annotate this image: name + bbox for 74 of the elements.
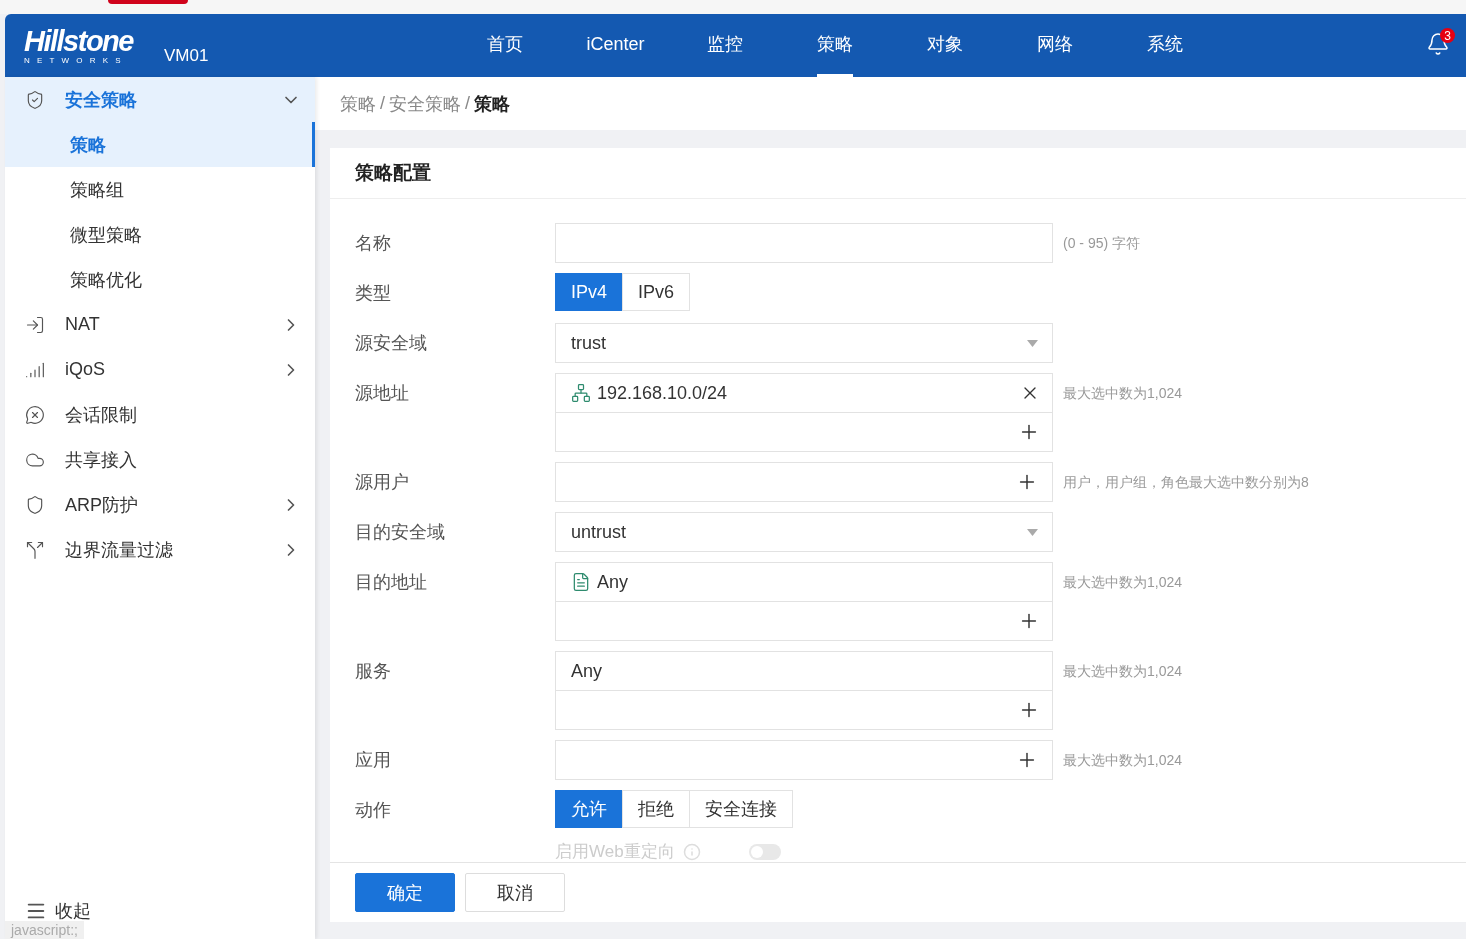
nav-tab[interactable]: 系统 <box>1147 14 1184 77</box>
field-label: 目的安全域 <box>355 521 446 544</box>
card-title: 策略配置 <box>330 148 1466 199</box>
shield-check-icon <box>25 89 45 110</box>
field-label: 目的地址 <box>355 571 428 594</box>
segment-button[interactable]: 安全连接 <box>689 790 793 828</box>
field-hint: 最大选中数为1,024 <box>1063 662 1183 681</box>
field-hint: (0 - 95) 字符 <box>1063 234 1140 253</box>
field-label: 类型 <box>355 282 392 305</box>
nav-tab[interactable]: 首页 <box>487 14 524 77</box>
nav-tab[interactable]: 网络 <box>1037 14 1074 77</box>
sidebar-subitem[interactable]: 策略组 <box>5 167 315 212</box>
notification-badge: 3 <box>1440 28 1455 43</box>
network-icon <box>571 383 591 403</box>
sidebar-item[interactable]: NAT <box>5 302 315 347</box>
segment-button[interactable]: IPv4 <box>555 273 624 311</box>
segment-button[interactable]: 拒绝 <box>622 790 690 828</box>
field-label: 服务 <box>355 660 392 683</box>
field-hint: 用户，用户组，角色最大选中数分别为8 <box>1063 473 1309 492</box>
device-name: VM01 <box>164 45 209 66</box>
field-hint: 最大选中数为1,024 <box>1063 751 1183 770</box>
field-hint: 最大选中数为1,024 <box>1063 384 1183 403</box>
sidebar-item[interactable]: 安全策略 <box>5 77 315 122</box>
nav-tab[interactable]: iCenter <box>586 14 645 77</box>
breadcrumb-item[interactable]: 策略 <box>340 91 376 116</box>
arrow-in-icon <box>25 314 45 335</box>
dropdown-caret-icon <box>1027 528 1038 536</box>
field-label: 应用 <box>355 749 392 772</box>
cancel-button[interactable]: 取消 <box>465 873 565 912</box>
bell-icon[interactable] <box>1426 32 1450 56</box>
sidebar-item[interactable]: 边界流量过滤 <box>5 527 315 572</box>
sidebar-subitem[interactable]: 策略优化 <box>5 257 315 302</box>
field-hint: 最大选中数为1,024 <box>1063 573 1183 592</box>
sidebar-item[interactable]: 会话限制 <box>5 392 315 437</box>
breadcrumb-separator: / <box>465 93 471 114</box>
select-field[interactable]: trust <box>555 323 1053 363</box>
multi-select-field[interactable] <box>555 740 1053 780</box>
segment-button[interactable]: IPv6 <box>622 273 691 311</box>
info-icon <box>682 842 701 861</box>
logo-tagline: NETWORKS <box>24 56 129 65</box>
sidebar-item[interactable]: 共享接入 <box>5 437 315 482</box>
segment-button[interactable]: 允许 <box>555 790 623 828</box>
sidebar-item[interactable]: iQoS <box>5 347 315 392</box>
field-label: 源安全域 <box>355 332 428 355</box>
nav-tab[interactable]: 对象 <box>927 14 964 77</box>
field-label: 名称 <box>355 232 392 255</box>
document-icon <box>571 572 591 592</box>
dropdown-caret-icon <box>1027 339 1038 347</box>
breadcrumb-item[interactable]: 安全策略 <box>389 91 461 116</box>
selected-entry: Any <box>597 571 629 593</box>
field-label: 源用户 <box>355 471 410 494</box>
multi-select-field[interactable]: Any <box>555 651 1053 730</box>
logo-wordmark: Hillstone <box>24 26 135 56</box>
collapse-link[interactable]: 收起 <box>55 899 91 923</box>
fork-icon <box>25 539 45 560</box>
field-label: 动作 <box>355 799 392 822</box>
selected-entry: Any <box>571 660 603 682</box>
chat-x-icon <box>25 404 45 425</box>
sidebar-subitem[interactable]: 微型策略 <box>5 212 315 257</box>
multi-select-field[interactable]: 192.168.10.0/24 <box>555 373 1053 452</box>
input-field[interactable] <box>555 223 1053 263</box>
field-label: 源地址 <box>355 382 410 405</box>
selected-entry: 192.168.10.0/24 <box>597 382 728 404</box>
multi-select-field[interactable]: Any <box>555 562 1053 641</box>
sidebar-subitem[interactable]: 策略 <box>5 122 315 167</box>
multi-select-field[interactable] <box>555 462 1053 502</box>
breadcrumb-item: 策略 <box>474 92 511 116</box>
sidebar-item[interactable]: ARP防护 <box>5 482 315 527</box>
confirm-button[interactable]: 确定 <box>355 873 455 912</box>
breadcrumb-separator: / <box>380 93 385 114</box>
nav-tab[interactable]: 监控 <box>707 14 744 77</box>
shield-icon <box>25 494 45 515</box>
select-field[interactable]: untrust <box>555 512 1053 552</box>
status-text: javascript:; <box>5 921 84 939</box>
